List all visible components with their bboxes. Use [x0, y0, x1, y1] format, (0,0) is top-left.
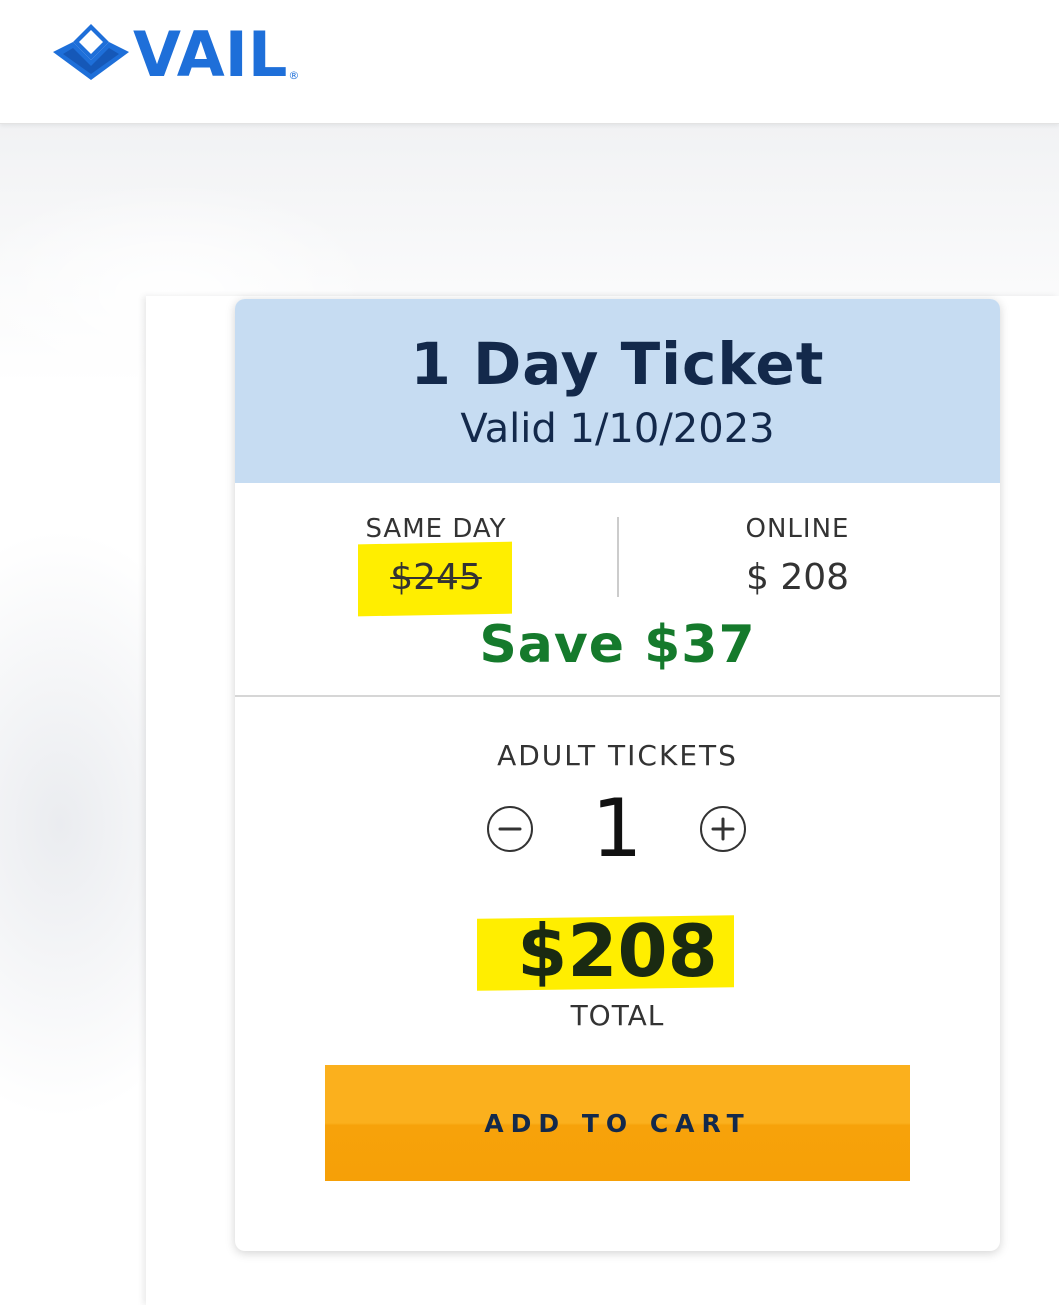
online-label: ONLINE — [745, 514, 850, 544]
decrement-button[interactable] — [487, 806, 533, 852]
registered-mark: ® — [288, 69, 300, 82]
logo-wordmark: VAIL — [133, 18, 288, 91]
quantity-value: 1 — [591, 782, 643, 875]
online-price: $ 208 — [745, 557, 850, 598]
add-to-cart-button[interactable]: ADD TO CART — [325, 1065, 910, 1181]
quantity-stepper: 1 — [235, 785, 1000, 875]
ticket-card-header: 1 Day Ticket Valid 1/10/2023 — [235, 299, 1000, 483]
ticket-title: 1 Day Ticket — [410, 330, 825, 398]
site-header: VAIL ® — [0, 0, 1059, 124]
ticket-quantity-section: ADULT TICKETS 1 $208 TOTAL ADD TO CART — [235, 697, 1000, 1251]
ticket-card: 1 Day Ticket Valid 1/10/2023 SAME DAY $2… — [235, 299, 1000, 1251]
same-day-column: SAME DAY $245 — [323, 513, 549, 599]
same-day-label: SAME DAY — [365, 514, 507, 544]
adult-tickets-label: ADULT TICKETS — [497, 739, 738, 772]
vail-logo-link[interactable]: VAIL ® — [53, 20, 299, 90]
same-day-price: $245 — [390, 557, 482, 598]
online-column: ONLINE $ 208 — [665, 513, 930, 599]
ticket-valid-date: Valid 1/10/2023 — [460, 406, 775, 452]
minus-circle-icon — [498, 827, 522, 831]
increment-button[interactable] — [700, 806, 746, 852]
vail-mountain-logo-icon — [53, 24, 129, 80]
total-label: TOTAL — [570, 999, 665, 1032]
plus-circle-icon — [711, 817, 735, 841]
savings-text: Save $37 — [479, 615, 756, 675]
total-amount: $208 — [517, 909, 718, 993]
column-divider — [617, 517, 619, 597]
price-comparison: SAME DAY $245 ONLINE $ 208 Save $37 — [235, 483, 1000, 697]
